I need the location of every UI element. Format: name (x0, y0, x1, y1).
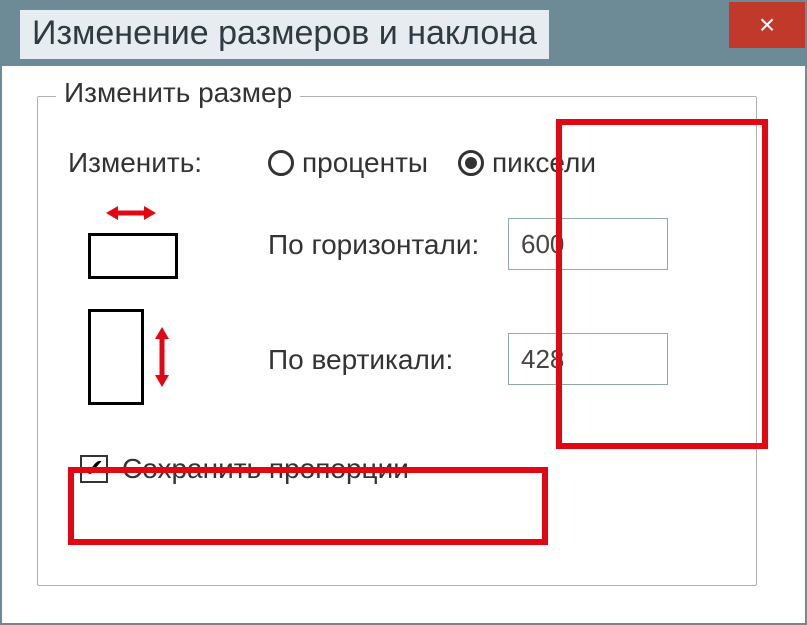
window-title: Изменение размеров и наклона (20, 10, 549, 59)
units-row: Изменить: проценты пиксели (68, 147, 726, 179)
group-legend: Изменить размер (56, 77, 300, 109)
close-button[interactable]: × (729, 2, 805, 48)
resize-group: Изменить размер Изменить: проценты пиксе… (37, 96, 757, 586)
arrow-horizontal-icon (106, 203, 156, 223)
horizontal-row: По горизонтали: (68, 209, 726, 279)
radio-pixels-label: пиксели (492, 147, 596, 179)
resize-skew-dialog: Изменение размеров и наклона × Изменить … (0, 0, 807, 625)
vertical-icon-cell (68, 309, 268, 409)
horizontal-input[interactable] (508, 218, 668, 270)
keep-ratio-row[interactable]: ✔ Сохранить пропорции (68, 439, 726, 499)
radio-percent[interactable]: проценты (268, 147, 428, 179)
vertical-icon (88, 309, 184, 409)
titlebar: Изменение размеров и наклона × (2, 2, 805, 66)
dialog-body: Изменить размер Изменить: проценты пиксе… (2, 66, 805, 616)
horizontal-icon (88, 209, 184, 279)
change-by-label: Изменить: (68, 147, 268, 179)
keep-ratio-checkbox[interactable]: ✔ (80, 455, 108, 483)
arrow-vertical-icon (152, 327, 172, 387)
vertical-row: По вертикали: (68, 309, 726, 409)
vertical-input[interactable] (508, 333, 668, 385)
radio-percent-label: проценты (302, 147, 428, 179)
radio-pixels-indicator (458, 150, 484, 176)
keep-ratio-label: Сохранить пропорции (122, 453, 409, 485)
checkmark-icon: ✔ (84, 457, 104, 481)
horizontal-icon-cell (68, 209, 268, 279)
close-icon: × (759, 9, 775, 41)
radio-percent-indicator (268, 150, 294, 176)
vertical-label: По вертикали: (268, 342, 508, 377)
horizontal-label: По горизонтали: (268, 227, 508, 262)
radio-pixels[interactable]: пиксели (458, 147, 596, 179)
